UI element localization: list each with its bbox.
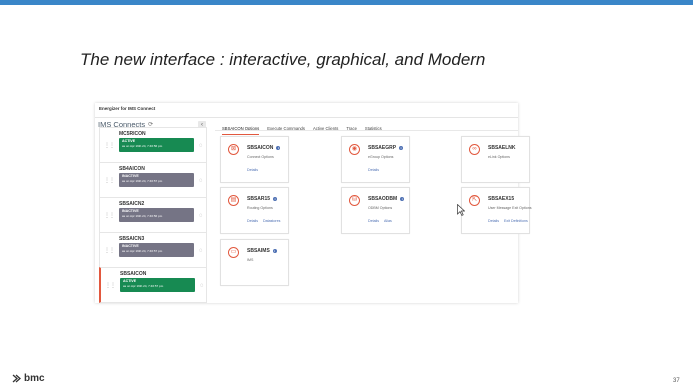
card-description: Routing Options xyxy=(247,206,273,210)
tab-statistics[interactable]: Statistics xyxy=(365,124,382,134)
connection-name: SBSAICN3 xyxy=(119,236,145,242)
status-timestamp: as on Apr 19th 24, 7:46:57 pm xyxy=(122,179,163,183)
database-icon: ⛁ xyxy=(349,195,360,206)
status-text: INACTIVE xyxy=(122,174,139,178)
card-description: eLink Options xyxy=(488,155,510,159)
option-card-sbsaodbm[interactable]: ⛁ SBSAODBM i ODBM Options Details Alias xyxy=(341,187,410,234)
connection-name: MC5RICON xyxy=(119,131,146,137)
connection-item-sbsaicon[interactable]: ⋮⋮ SBSAICON ACTIVE as on Apr 19th 24, 7:… xyxy=(99,267,207,303)
details-link[interactable]: Details xyxy=(247,219,258,223)
logo-text: bmc xyxy=(24,373,45,384)
window-tab[interactable]: Energizer for IMS Connect xyxy=(95,103,160,118)
connection-item-sbsaicn3[interactable]: ⋮⋮ SBSAICN3 INACTIVE as on Apr 19th 24, … xyxy=(99,232,207,268)
option-card-sbsaicon[interactable]: ⊠ SBSAICON i Connect Options Details xyxy=(220,136,289,183)
group-icon: ◉ xyxy=(349,144,360,155)
card-title: SBSAEGRP i xyxy=(368,145,404,151)
tab-trace[interactable]: Trace xyxy=(346,124,357,134)
info-icon[interactable]: i xyxy=(399,145,404,150)
card-description: User Message Exit Options xyxy=(488,206,532,210)
card-links: Details Alias xyxy=(368,219,397,223)
details-link[interactable]: Details xyxy=(368,168,379,172)
card-title: SBSAICON i xyxy=(247,145,281,151)
bmc-logo: bmc xyxy=(12,373,45,384)
exit-icon: ⇱ xyxy=(469,195,480,206)
connection-item-sb4aicon[interactable]: ⋮⋮ SB4AICON INACTIVE as on Apr 19th 24, … xyxy=(99,162,207,198)
options-tabs: SBSAICON Options Execute Commands Active C… xyxy=(222,117,390,135)
status-text: INACTIVE xyxy=(122,209,139,213)
status-badge: INACTIVE as on Apr 19th 24, 7:46:56 pm xyxy=(119,208,194,222)
drag-handle-icon[interactable]: ⋮⋮ xyxy=(104,177,115,184)
status-badge: ACTIVE as on Apr 19th 24, 7:46:57 pm xyxy=(120,278,195,292)
card-description: Connect Options xyxy=(247,155,274,159)
mouse-cursor-icon xyxy=(457,204,465,216)
details-link[interactable]: Details xyxy=(368,219,379,223)
info-icon[interactable]: i xyxy=(273,196,278,201)
details-link[interactable]: Details xyxy=(247,168,258,172)
ims-icon: ▭ xyxy=(228,247,239,258)
card-title: SBSAR15 i xyxy=(247,196,278,202)
status-timestamp: as on Apr 19th 24, 7:46:56 pm xyxy=(122,214,163,218)
status-badge: INACTIVE as on Apr 19th 24, 7:46:57 pm xyxy=(119,243,194,257)
card-description: ODBM Options xyxy=(368,206,393,210)
loading-icon: ◌ xyxy=(199,248,203,254)
card-title: SBSAIMS i xyxy=(247,248,277,254)
app-window: Energizer for IMS Connect IMS Connects ⟳ … xyxy=(95,103,532,303)
tab-execute-commands[interactable]: Execute Commands xyxy=(267,124,305,134)
card-title: SBSAEX15 xyxy=(488,196,515,202)
drag-handle-icon[interactable]: ⋮⋮ xyxy=(104,142,115,149)
connection-name: SBSAICON xyxy=(120,271,147,277)
drag-handle-icon[interactable]: ⋮⋮ xyxy=(104,247,115,254)
status-text: INACTIVE xyxy=(122,244,139,248)
loading-icon: ◌ xyxy=(199,213,203,219)
status-timestamp: as on Apr 19th 24, 7:46:56 pm xyxy=(122,144,163,148)
bmc-logo-icon xyxy=(12,374,21,383)
card-links: Details xyxy=(247,168,263,172)
drag-handle-icon[interactable]: ⋮⋮ xyxy=(104,212,115,219)
status-timestamp: as on Apr 19th 24, 7:46:57 pm xyxy=(123,284,164,288)
datastores-link[interactable]: Datastores xyxy=(263,219,280,223)
loading-icon: ◌ xyxy=(199,178,203,184)
option-card-sbsaelnk[interactable]: ∞ SBSAELNK eLink Options xyxy=(461,136,530,183)
card-links: Details Exit Definitions xyxy=(488,219,533,223)
connection-list: ⋮⋮ MC5RICON ACTIVE as on Apr 19th 24, 7:… xyxy=(99,127,207,303)
status-badge: ACTIVE as on Apr 19th 24, 7:46:56 pm xyxy=(119,138,194,152)
option-card-sbsaex15[interactable]: ⇱ SBSAEX15 User Message Exit Options Det… xyxy=(461,187,533,234)
status-badge: INACTIVE as on Apr 19th 24, 7:46:57 pm xyxy=(119,173,194,187)
card-description: eGroup Options xyxy=(368,155,394,159)
card-links: Details Datastores xyxy=(247,219,285,223)
loading-icon: ◌ xyxy=(199,143,203,149)
option-card-sbsaims[interactable]: ▭ SBSAIMS i IMS xyxy=(220,239,289,286)
info-icon[interactable]: i xyxy=(272,248,277,253)
info-icon[interactable]: i xyxy=(276,145,281,150)
slide-title: The new interface : interactive, graphic… xyxy=(80,50,486,69)
details-link[interactable]: Details xyxy=(488,219,499,223)
status-text: ACTIVE xyxy=(122,139,136,143)
card-description: IMS xyxy=(247,258,254,262)
card-title: SBSAODBM i xyxy=(368,196,405,202)
status-text: ACTIVE xyxy=(123,279,137,283)
exit-definitions-link[interactable]: Exit Definitions xyxy=(504,219,528,223)
card-links: Details xyxy=(368,168,384,172)
connection-name: SBSAICN2 xyxy=(119,201,145,207)
slide-top-bar xyxy=(0,0,693,5)
alias-link[interactable]: Alias xyxy=(384,219,392,223)
connect-icon: ⊠ xyxy=(228,144,239,155)
option-card-sbsar15[interactable]: ▤ SBSAR15 i Routing Options Details Datast… xyxy=(220,187,289,234)
status-timestamp: as on Apr 19th 24, 7:46:57 pm xyxy=(122,249,163,253)
tab-active-clients[interactable]: Active Clients xyxy=(313,124,338,134)
drag-handle-icon[interactable]: ⋮⋮ xyxy=(105,282,116,289)
page-number: 37 xyxy=(673,378,680,384)
connection-item-mc5ricon[interactable]: ⋮⋮ MC5RICON ACTIVE as on Apr 19th 24, 7:… xyxy=(99,127,207,163)
link-icon: ∞ xyxy=(469,144,480,155)
connection-name: SB4AICON xyxy=(119,166,145,172)
info-icon[interactable]: i xyxy=(400,196,405,201)
tabs-divider xyxy=(215,130,518,131)
option-card-sbsaegrp[interactable]: ◉ SBSAEGRP i eGroup Options Details xyxy=(341,136,410,183)
card-title: SBSAELNK xyxy=(488,145,516,151)
loading-icon: ◌ xyxy=(200,283,204,289)
connection-item-sbsaicn2[interactable]: ⋮⋮ SBSAICN2 INACTIVE as on Apr 19th 24, … xyxy=(99,197,207,233)
routing-icon: ▤ xyxy=(228,195,239,206)
